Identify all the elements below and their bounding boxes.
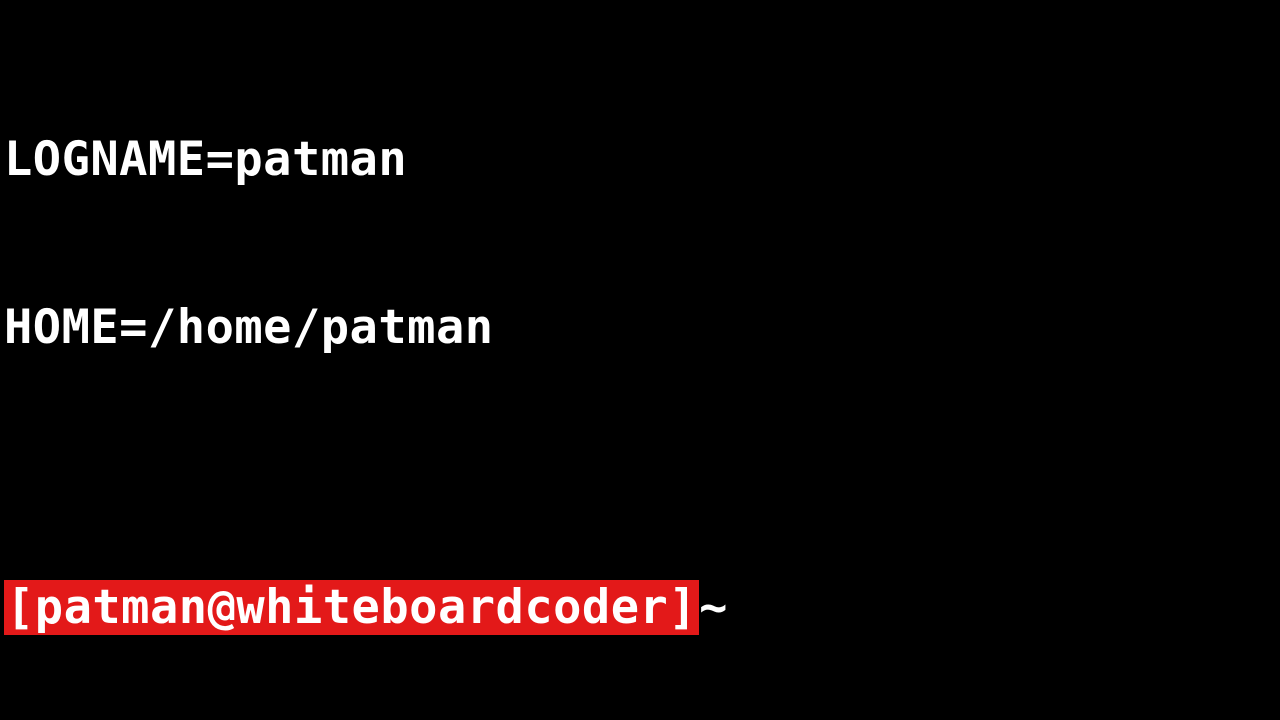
prompt-userhost: [patman@whiteboardcoder] [4, 580, 699, 635]
env-output-logname: LOGNAME=patman [4, 132, 1276, 188]
prompt-line: [patman@whiteboardcoder]~ [4, 580, 1276, 636]
prompt-cwd: ~ [699, 580, 728, 635]
terminal-viewport[interactable]: LOGNAME=patman HOME=/home/patman [patman… [0, 0, 1280, 720]
env-output-home: HOME=/home/patman [4, 300, 1276, 356]
